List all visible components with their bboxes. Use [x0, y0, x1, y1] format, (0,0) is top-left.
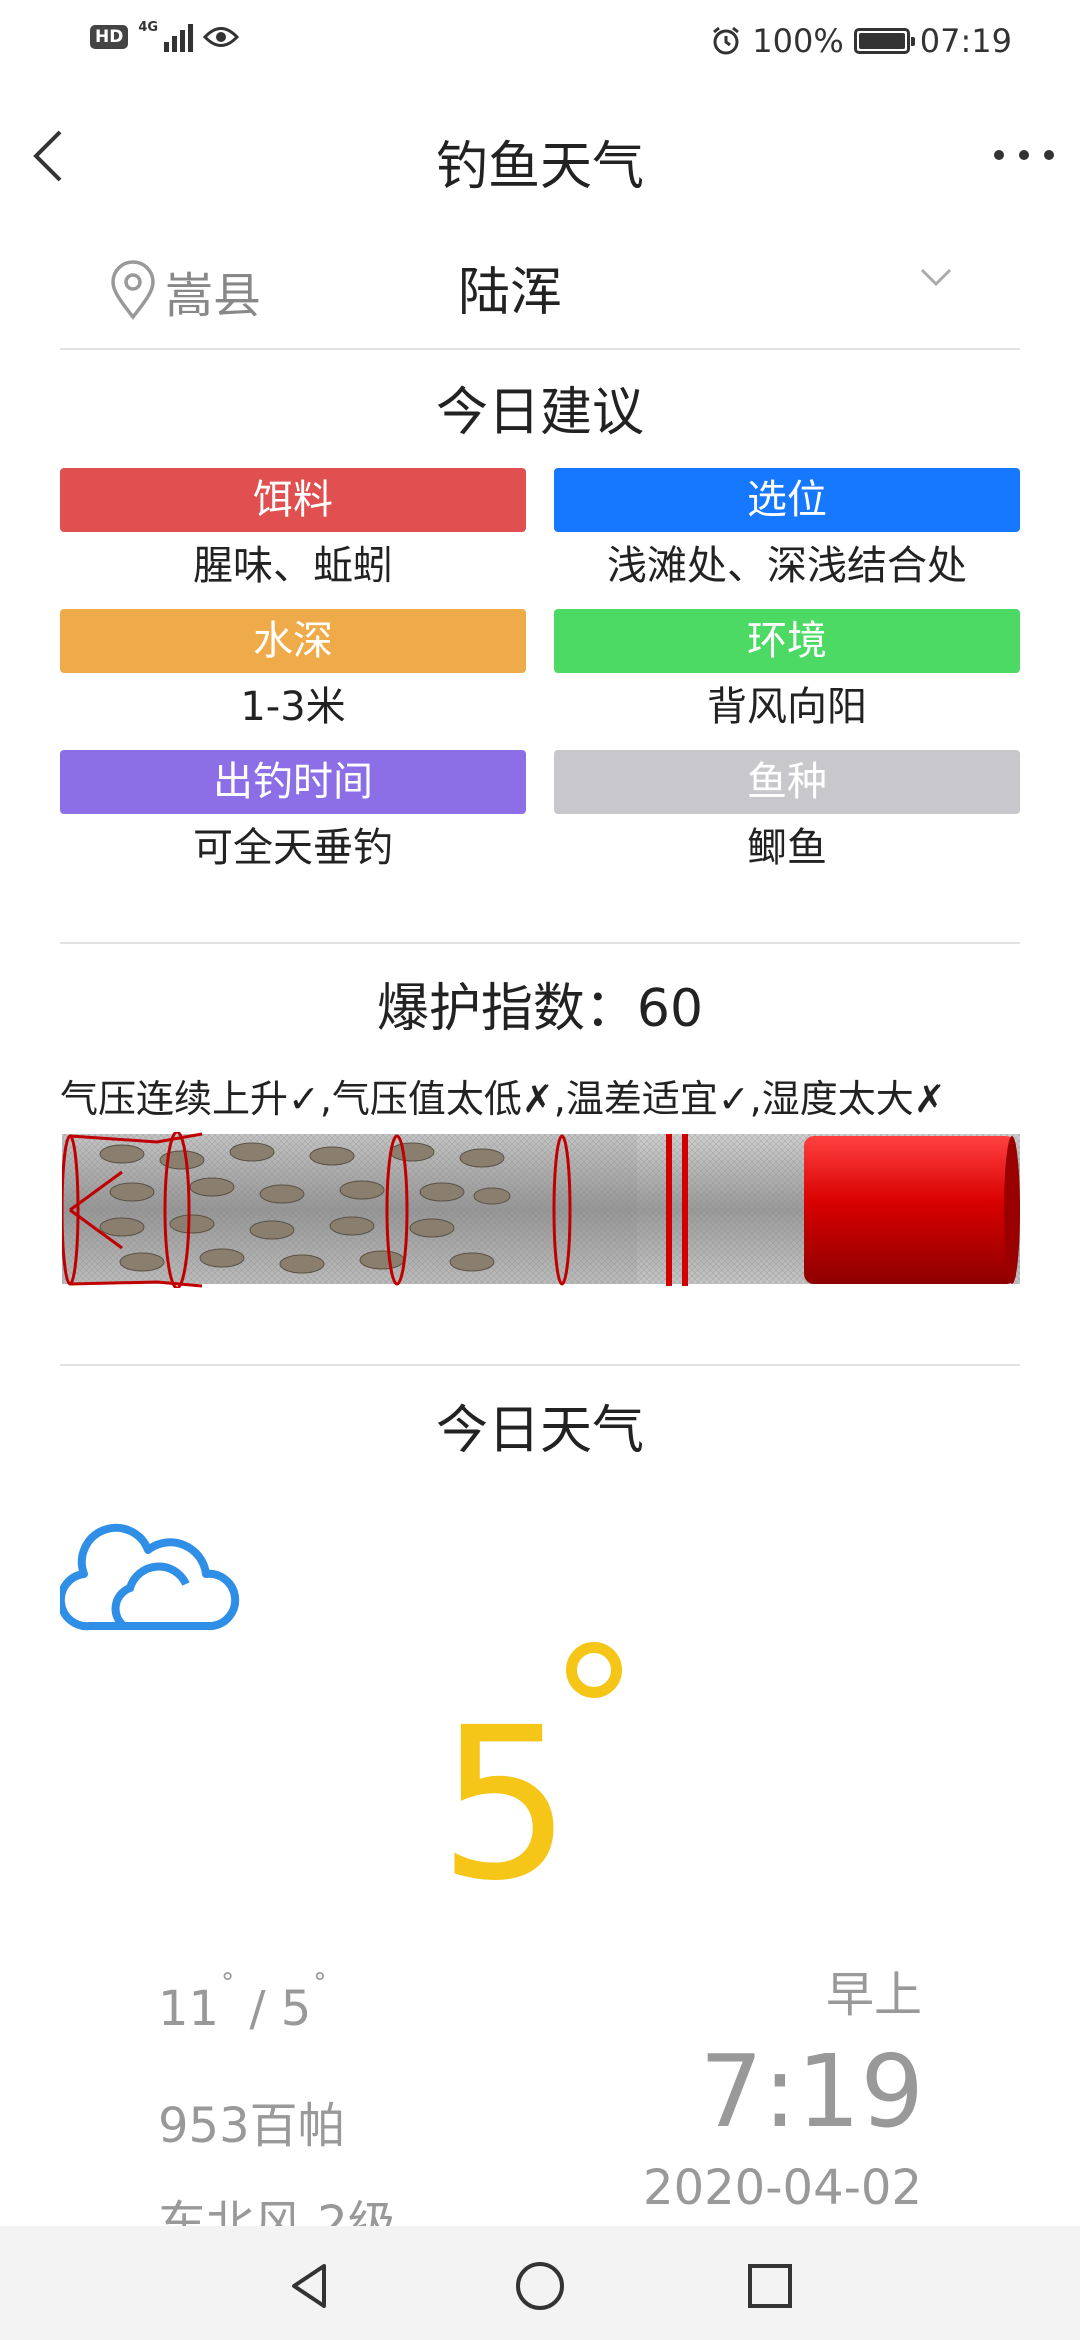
cloud-icon — [60, 1523, 240, 1631]
signal-icon: 4G — [138, 20, 194, 52]
page-title: 钓鱼天气 — [435, 137, 644, 197]
species-value: 鲫鱼 — [747, 825, 827, 871]
current-temperature: 5 — [438, 1682, 572, 1927]
divider — [60, 348, 1020, 350]
degree-symbol — [566, 1642, 622, 1698]
spot-value: 浅滩处、深浅结合处 — [607, 543, 967, 589]
battery-percent: 100% — [752, 22, 844, 60]
home-circle-icon[interactable] — [510, 2256, 570, 2316]
high-low-temperature: 11° / 5° — [158, 1968, 326, 2037]
weather-title: 今日天气 — [435, 1401, 644, 1461]
advice-species: 鱼种 鲫鱼 — [554, 750, 1020, 891]
time-tag: 出钓时间 — [60, 750, 526, 814]
advice-row: 水深 1-3米 环境 背风向阳 — [60, 609, 1020, 750]
environment-tag: 环境 — [554, 609, 1020, 673]
environment-value: 背风向阳 — [707, 684, 867, 730]
more-options-button[interactable] — [994, 140, 1054, 170]
advice-grid: 饵料 腥味、蚯蚓 选位 浅滩处、深浅结合处 水深 1-3米 环境 背风向阳 出钓… — [60, 468, 1020, 891]
time-value: 可全天垂钓 — [193, 825, 393, 871]
advice-row: 饵料 腥味、蚯蚓 选位 浅滩处、深浅结合处 — [60, 468, 1020, 609]
bait-value: 腥味、蚯蚓 — [193, 543, 393, 589]
status-time: 07:19 — [919, 22, 1012, 60]
station-selector[interactable]: 陆浑 — [60, 250, 820, 325]
spot-tag: 选位 — [554, 468, 1020, 532]
high-temp: 11 — [158, 1981, 220, 2037]
divider — [60, 1364, 1020, 1366]
recents-square-icon[interactable] — [740, 2256, 800, 2316]
current-date: 2020-04-02 — [643, 2160, 922, 2216]
depth-value: 1-3米 — [240, 684, 346, 730]
eye-icon — [203, 27, 240, 47]
app-header: 钓鱼天气 — [0, 110, 1080, 200]
advice-title: 今日建议 — [435, 383, 644, 443]
advice-depth: 水深 1-3米 — [60, 609, 526, 750]
status-right: 100% 07:19 — [710, 22, 1012, 60]
chevron-down-icon[interactable] — [916, 258, 956, 298]
system-nav-bar — [0, 2226, 1080, 2340]
time-period: 早上 — [825, 1967, 922, 2023]
alarm-icon — [713, 26, 740, 55]
dot — [1019, 150, 1029, 160]
separator: / — [249, 1981, 266, 2037]
low-temp: 5 — [280, 1981, 312, 2037]
status-bar: HD 4G 100% 07:19 — [0, 0, 1080, 84]
advice-environment: 环境 背风向阳 — [554, 609, 1020, 750]
advice-time: 出钓时间 可全天垂钓 — [60, 750, 526, 891]
degree-mark: ° — [221, 1968, 235, 1998]
battery-icon — [853, 28, 915, 54]
network-label: 4G — [138, 20, 159, 35]
back-triangle-icon[interactable] — [280, 2256, 340, 2316]
dot — [994, 150, 1004, 160]
advice-bait: 饵料 腥味、蚯蚓 — [60, 468, 526, 609]
index-title: 爆护指数：60 — [376, 979, 704, 1039]
status-left: HD 4G — [90, 20, 240, 52]
bait-tag: 饵料 — [60, 468, 526, 532]
divider — [60, 942, 1020, 944]
advice-spot: 选位 浅滩处、深浅结合处 — [554, 468, 1020, 609]
depth-tag: 水深 — [60, 609, 526, 673]
species-tag: 鱼种 — [554, 750, 1020, 814]
hd-badge: HD — [90, 25, 129, 49]
fish-keepnet-graphic — [62, 1132, 1020, 1288]
location-row: 嵩县 陆浑 — [60, 240, 1020, 340]
pressure-value: 953百帕 — [158, 2098, 346, 2154]
dot — [1044, 150, 1054, 160]
degree-mark: ° — [313, 1968, 327, 1998]
advice-row: 出钓时间 可全天垂钓 鱼种 鲫鱼 — [60, 750, 1020, 891]
index-conditions: 气压连续上升✓,气压值太低✗,温差适宜✓,湿度太大✗ — [60, 1077, 946, 1121]
current-time: 7:19 — [699, 2033, 924, 2150]
